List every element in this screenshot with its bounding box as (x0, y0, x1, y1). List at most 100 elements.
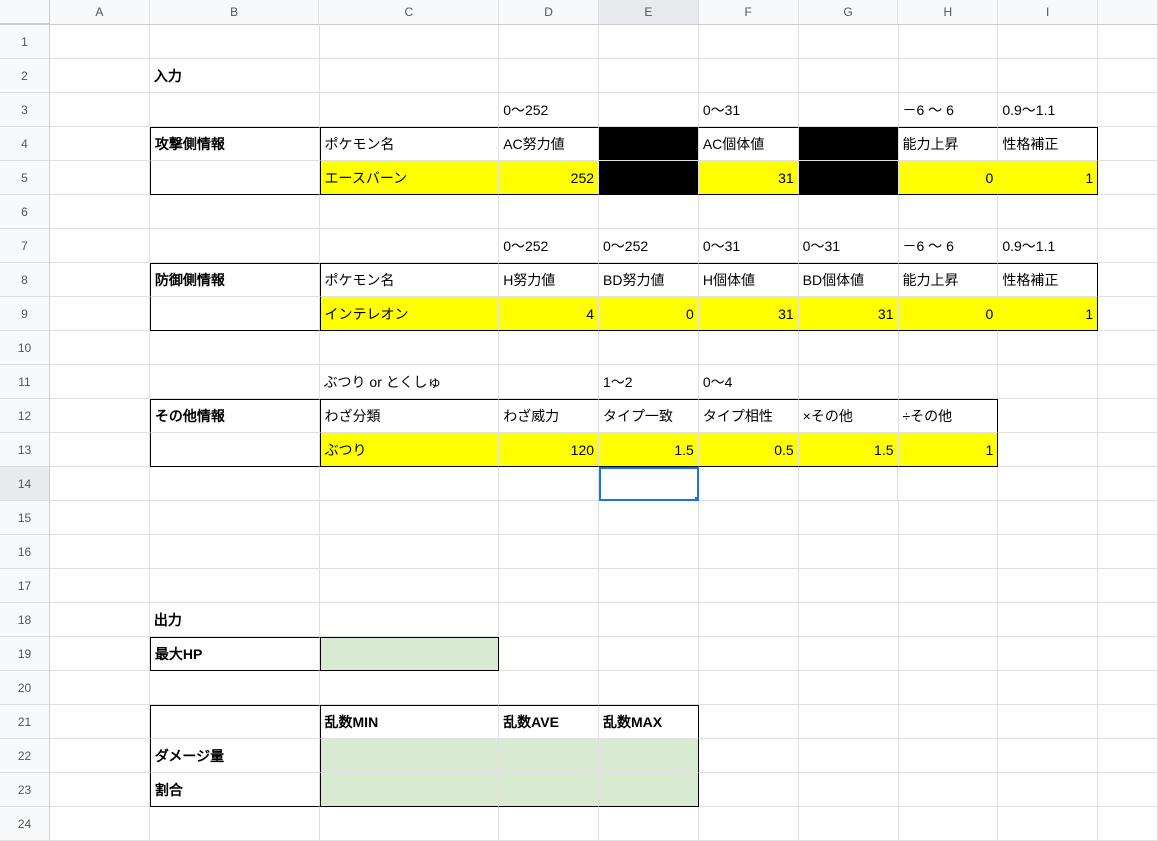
cell-g1[interactable] (799, 25, 899, 59)
row-header-12[interactable]: 12 (0, 399, 50, 433)
cell-f22[interactable] (699, 739, 799, 773)
cell-h10[interactable] (899, 331, 999, 365)
other-label-stab[interactable]: タイプ一致 (599, 399, 699, 433)
attacker-label-nature[interactable]: 性格補正 (998, 127, 1098, 161)
cell-f20[interactable] (699, 671, 799, 705)
input-title[interactable]: 入力 (150, 59, 320, 93)
cell-a8[interactable] (50, 263, 150, 297)
row-header-6[interactable]: 6 (0, 195, 50, 229)
row-header-4[interactable]: 4 (0, 127, 50, 161)
cell-j9[interactable] (1098, 297, 1158, 331)
cell-h1[interactable] (899, 25, 999, 59)
cell-c17[interactable] (320, 569, 500, 603)
other-range-cat[interactable]: ぶつり or とくしゅ (320, 365, 500, 399)
other-header[interactable]: その他情報 (150, 399, 320, 433)
cell-c14[interactable] (320, 467, 500, 501)
cell-b24[interactable] (150, 807, 320, 841)
cell-g5-black[interactable] (799, 161, 899, 195)
cell-c15[interactable] (320, 501, 500, 535)
col-header-h[interactable]: H (898, 0, 998, 24)
defender-value-h-iv[interactable]: 31 (699, 297, 799, 331)
cell-i20[interactable] (998, 671, 1098, 705)
cell-i2[interactable] (998, 59, 1098, 93)
cell-f17[interactable] (699, 569, 799, 603)
cell-d11[interactable] (499, 365, 599, 399)
other-label-power[interactable]: わざ威力 (499, 399, 599, 433)
cell-j12[interactable] (1098, 399, 1158, 433)
cell-j15[interactable] (1098, 501, 1158, 535)
cell-e16[interactable] (599, 535, 699, 569)
cell-e6[interactable] (599, 195, 699, 229)
cell-c6[interactable] (320, 195, 500, 229)
cell-b14[interactable] (150, 467, 320, 501)
cell-e19[interactable] (599, 637, 699, 671)
cell-a24[interactable] (50, 807, 150, 841)
defender-header[interactable]: 防御側情報 (150, 263, 320, 297)
cell-c10[interactable] (320, 331, 500, 365)
cell-e20[interactable] (599, 671, 699, 705)
cell-e1[interactable] (599, 25, 699, 59)
cell-g21[interactable] (799, 705, 899, 739)
cell-h17[interactable] (899, 569, 999, 603)
row-header-18[interactable]: 18 (0, 603, 50, 637)
cell-h23[interactable] (899, 773, 999, 807)
cell-b15[interactable] (150, 501, 320, 535)
cell-i6[interactable] (998, 195, 1098, 229)
cell-b1[interactable] (150, 25, 320, 59)
attacker-range-nature[interactable]: 0.9～1.1 (998, 93, 1098, 127)
cell-d18[interactable] (499, 603, 599, 637)
other-label-eff[interactable]: タイプ相性 (699, 399, 799, 433)
cell-a19[interactable] (50, 637, 150, 671)
cell-g3[interactable] (799, 93, 899, 127)
cell-e4-black[interactable] (599, 127, 699, 161)
col-header-i[interactable]: I (998, 0, 1098, 24)
defender-range-bd-iv[interactable]: 0～31 (799, 229, 899, 263)
cell-b10[interactable] (150, 331, 320, 365)
other-value-mult[interactable]: 1.5 (799, 433, 899, 467)
cell-d19[interactable] (499, 637, 599, 671)
cell-j14[interactable] (1098, 467, 1158, 501)
cell-h18[interactable] (899, 603, 999, 637)
cell-c2[interactable] (320, 59, 500, 93)
defender-value-h-ev[interactable]: 4 (499, 297, 599, 331)
cell-c16[interactable] (320, 535, 500, 569)
cell-i13[interactable] (998, 433, 1098, 467)
cell-i17[interactable] (998, 569, 1098, 603)
cell-e10[interactable] (599, 331, 699, 365)
defender-range-boost[interactable]: －6 ～ 6 (899, 229, 999, 263)
cell-e18[interactable] (599, 603, 699, 637)
cell-d16[interactable] (499, 535, 599, 569)
row-header-5[interactable]: 5 (0, 161, 50, 195)
defender-range-h-iv[interactable]: 0～31 (699, 229, 799, 263)
cell-j10[interactable] (1098, 331, 1158, 365)
cell-b21[interactable] (150, 705, 320, 739)
cell-g15[interactable] (799, 501, 899, 535)
cell-g23[interactable] (799, 773, 899, 807)
defender-range-bd-ev[interactable]: 0～252 (599, 229, 699, 263)
defender-value-bd-ev[interactable]: 0 (599, 297, 699, 331)
cell-a5[interactable] (50, 161, 150, 195)
attacker-range-boost[interactable]: －6 ～ 6 (899, 93, 999, 127)
cell-a14[interactable] (50, 467, 150, 501)
row-header-1[interactable]: 1 (0, 25, 50, 59)
output-damage-ave[interactable] (499, 739, 599, 773)
cell-d10[interactable] (499, 331, 599, 365)
other-value-power[interactable]: 120 (499, 433, 599, 467)
output-max-hp-label[interactable]: 最大HP (150, 637, 320, 671)
cell-g19[interactable] (799, 637, 899, 671)
cell-g11[interactable] (799, 365, 899, 399)
cell-j18[interactable] (1098, 603, 1158, 637)
cell-a18[interactable] (50, 603, 150, 637)
cell-d17[interactable] (499, 569, 599, 603)
cell-c3[interactable] (320, 93, 500, 127)
defender-label-h-iv[interactable]: H個体値 (699, 263, 799, 297)
cell-g4-black[interactable] (799, 127, 899, 161)
cell-f21[interactable] (699, 705, 799, 739)
cell-f14[interactable] (699, 467, 799, 501)
cell-d15[interactable] (499, 501, 599, 535)
defender-value-bd-iv[interactable]: 31 (799, 297, 899, 331)
cell-j17[interactable] (1098, 569, 1158, 603)
cell-e2[interactable] (599, 59, 699, 93)
cell-j7[interactable] (1098, 229, 1158, 263)
cell-e17[interactable] (599, 569, 699, 603)
